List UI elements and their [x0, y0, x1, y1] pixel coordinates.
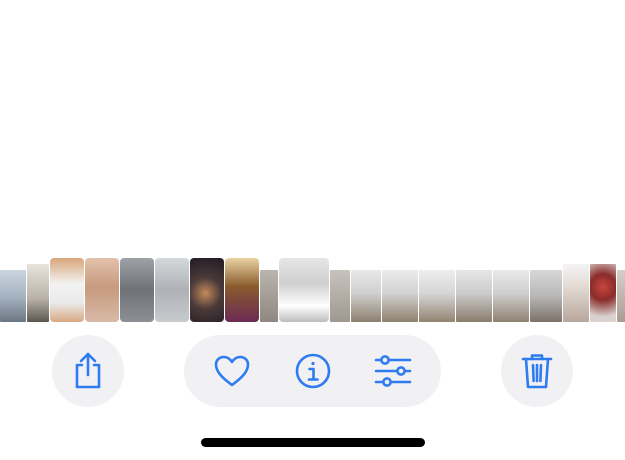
- info-button[interactable]: [278, 335, 348, 407]
- thumbnail[interactable]: [351, 270, 381, 322]
- thumbnail[interactable]: [382, 270, 418, 322]
- thumbnail[interactable]: [330, 270, 350, 322]
- delete-button[interactable]: [501, 335, 573, 407]
- thumbnail[interactable]: [493, 270, 529, 322]
- thumbnail[interactable]: [419, 270, 455, 322]
- thumbnail[interactable]: [260, 270, 278, 322]
- share-icon: [71, 351, 105, 391]
- thumbnail[interactable]: [27, 264, 49, 322]
- home-indicator[interactable]: [201, 438, 425, 447]
- thumbnail[interactable]: [279, 258, 329, 322]
- info-icon: [294, 352, 332, 390]
- photo-display-area[interactable]: [0, 0, 625, 255]
- thumbnail[interactable]: [530, 270, 562, 322]
- thumbnail[interactable]: [85, 258, 119, 322]
- thumbnail[interactable]: [225, 258, 259, 322]
- thumbnail[interactable]: [563, 264, 589, 322]
- thumbnail-strip[interactable]: [0, 258, 625, 322]
- adjust-sliders-icon: [373, 354, 413, 388]
- thumbnail[interactable]: [590, 264, 616, 322]
- thumbnail[interactable]: [50, 258, 84, 322]
- thumbnail[interactable]: [120, 258, 154, 322]
- adjust-button[interactable]: [358, 335, 428, 407]
- thumbnail[interactable]: [190, 258, 224, 322]
- thumbnail[interactable]: [456, 270, 492, 322]
- thumbnail[interactable]: [617, 270, 625, 322]
- heart-icon: [213, 354, 251, 388]
- share-button[interactable]: [52, 335, 124, 407]
- thumbnail[interactable]: [155, 258, 189, 322]
- photo-viewer-screen: [0, 0, 625, 460]
- thumbnail[interactable]: [0, 270, 26, 322]
- favorite-button[interactable]: [197, 335, 267, 407]
- action-group: [184, 335, 441, 407]
- trash-icon: [520, 351, 554, 391]
